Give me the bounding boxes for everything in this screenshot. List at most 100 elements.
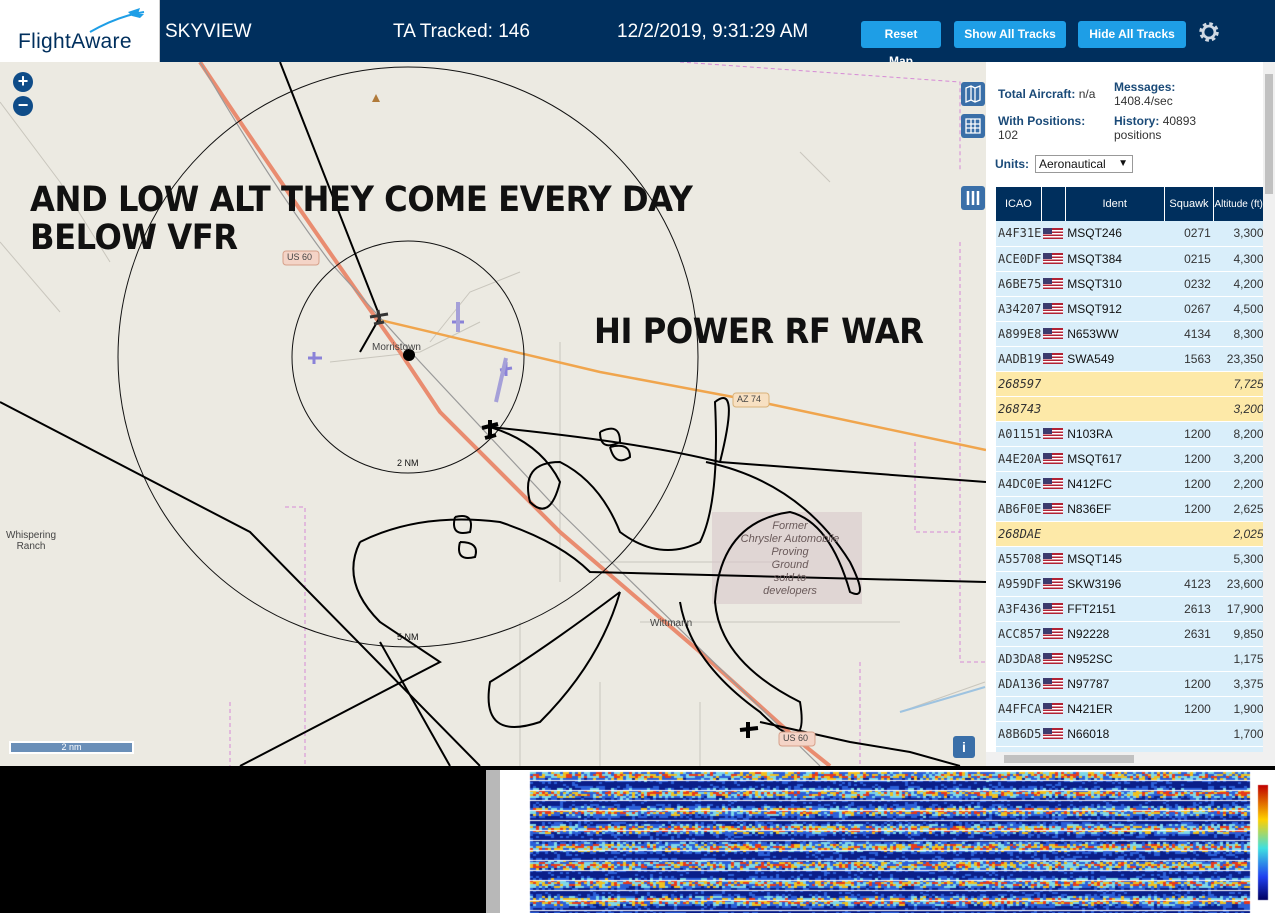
- aircraft-altitude: 7,725: [1213, 371, 1264, 397]
- aircraft-altitude: 3,300: [1213, 221, 1264, 247]
- table-row[interactable]: A959DF SKW3196 4123 23,600: [996, 571, 1264, 597]
- map-layers-button[interactable]: [961, 82, 985, 106]
- flightaware-logo[interactable]: FlightAware: [0, 0, 160, 62]
- skyview-app: { "header": { "logo_text": "FlightAware"…: [0, 0, 1275, 913]
- zoom-in-button[interactable]: +: [13, 72, 33, 92]
- reset-map-button[interactable]: Reset Map: [861, 21, 941, 68]
- aircraft-icao: A01151: [996, 421, 1042, 447]
- aircraft-icao: A8B6D5: [996, 721, 1042, 747]
- table-row[interactable]: 268597 7,725: [996, 371, 1264, 397]
- table-row[interactable]: AD3DA8 N952SC 1,175: [996, 646, 1264, 672]
- sidebar-toggle-button[interactable]: [961, 186, 985, 210]
- table-row[interactable]: ADA136 N97787 1200 3,375: [996, 671, 1264, 697]
- us-flag-icon: [1041, 496, 1066, 522]
- col-altitude[interactable]: Altitude (ft): [1213, 187, 1264, 221]
- panel-divider[interactable]: [486, 770, 500, 913]
- us-flag-icon: [1041, 371, 1066, 397]
- aircraft-altitude: 3,200: [1213, 446, 1264, 472]
- clock: 12/2/2019, 9:31:29 AM: [617, 21, 809, 42]
- horizontal-scrollbar[interactable]: [986, 752, 1263, 766]
- us-flag-icon: [1041, 646, 1066, 672]
- units-select[interactable]: Aeronautical ▼: [1035, 155, 1133, 173]
- table-row[interactable]: A4DC0E N412FC 1200 2,200: [996, 471, 1264, 497]
- aircraft-altitude: 3,200: [1213, 396, 1264, 422]
- info-button[interactable]: i: [953, 736, 975, 758]
- aircraft-icao: A55708: [996, 546, 1042, 572]
- hide-all-tracks-button[interactable]: Hide All Tracks: [1078, 21, 1186, 48]
- aircraft-squawk: 1200: [1164, 471, 1214, 497]
- col-ident[interactable]: Ident: [1065, 187, 1165, 221]
- aircraft-altitude: 5,300: [1213, 546, 1264, 572]
- us-flag-icon: [1041, 596, 1066, 622]
- us-flag-icon: [1041, 446, 1066, 472]
- map-view[interactable]: + − AND LOW ALT THEY COME EVERY DAY BELO…: [0, 62, 986, 766]
- table-row[interactable]: AADB19 SWA549 1563 23,350: [996, 346, 1264, 372]
- messages-stat: Messages: 1408.4/sec: [1114, 80, 1176, 108]
- table-row[interactable]: A55708 MSQT145 5,300: [996, 546, 1264, 572]
- aircraft-squawk: 4123: [1164, 571, 1214, 597]
- aircraft-ident: [1065, 371, 1165, 397]
- table-row[interactable]: A899E8 N653WW 4134 8,300: [996, 321, 1264, 347]
- table-row[interactable]: 268743 3,200: [996, 396, 1264, 422]
- table-row[interactable]: 268DAE 2,025: [996, 521, 1264, 547]
- us-flag-icon: [1041, 296, 1066, 322]
- aircraft-ident: N653WW: [1065, 321, 1165, 347]
- aircraft-markers: [308, 302, 759, 738]
- aircraft-ident: N103RA: [1065, 421, 1165, 447]
- us-flag-icon: [1041, 696, 1066, 722]
- table-row[interactable]: ACE0DF MSQT384 0215 4,300: [996, 246, 1264, 272]
- aircraft-squawk: 0215: [1164, 246, 1214, 272]
- aircraft-icao: AADB19: [996, 346, 1042, 372]
- shield-us60: US 60: [287, 252, 313, 262]
- aircraft-ident: N412FC: [1065, 471, 1165, 497]
- aircraft-ident: N421ER: [1065, 696, 1165, 722]
- table-row[interactable]: A01151 N103RA 1200 8,200: [996, 421, 1264, 447]
- aircraft-icao: 268743: [996, 396, 1042, 422]
- dropdown-arrow-icon: ▼: [1118, 158, 1128, 169]
- aircraft-ident: N92228: [1065, 621, 1165, 647]
- aircraft-icao: ACE0DF: [996, 246, 1042, 272]
- table-row[interactable]: A4E20A MSQT617 1200 3,200: [996, 446, 1264, 472]
- top-bar: FlightAware SKYVIEW TA Tracked: 146 12/2…: [0, 0, 1275, 68]
- units-label: Units:: [995, 157, 1029, 171]
- table-row[interactable]: A34207 MSQT912 0267 4,500: [996, 296, 1264, 322]
- table-row[interactable]: A6BE75 MSQT310 0232 4,200: [996, 271, 1264, 297]
- table-row[interactable]: A3F436 FFT2151 2613 17,900: [996, 596, 1264, 622]
- aircraft-altitude: 2,025: [1213, 521, 1264, 547]
- grid-toggle-button[interactable]: [961, 114, 985, 138]
- aircraft-altitude: 1,700: [1213, 721, 1264, 747]
- vertical-scrollbar[interactable]: [1263, 62, 1275, 766]
- aircraft-altitude: 9,850: [1213, 621, 1264, 647]
- show-all-tracks-button[interactable]: Show All Tracks: [954, 21, 1066, 48]
- positions-stat: With Positions: 102: [998, 114, 1086, 142]
- scale-bar: 2 nm: [9, 741, 134, 754]
- table-row[interactable]: ACC857 N92228 2631 9,850: [996, 621, 1264, 647]
- aircraft-squawk: 0267: [1164, 296, 1214, 322]
- annotation-low-alt: AND LOW ALT THEY COME EVERY DAY BELOW VF…: [30, 180, 693, 258]
- col-flag[interactable]: [1041, 187, 1066, 221]
- scroll-thumb[interactable]: [1004, 755, 1134, 763]
- us-flag-icon: [1041, 546, 1066, 572]
- gear-icon[interactable]: [1196, 19, 1222, 45]
- table-row[interactable]: A4FFCA N421ER 1200 1,900: [996, 696, 1264, 722]
- aircraft-squawk: [1164, 546, 1214, 572]
- map-canvas: [0, 62, 986, 766]
- scroll-thumb[interactable]: [1265, 74, 1273, 194]
- history-stat: History: 40893 positions: [1114, 114, 1197, 142]
- grid-icon: [965, 118, 981, 134]
- shield-az74: AZ 74: [737, 394, 762, 404]
- col-squawk[interactable]: Squawk: [1164, 187, 1215, 221]
- table-row[interactable]: A8B6D5 N66018 1,700: [996, 721, 1264, 747]
- table-row[interactable]: A4F31E MSQT246 0271 3,300: [996, 221, 1264, 247]
- aircraft-squawk: [1164, 721, 1214, 747]
- us-flag-icon: [1041, 721, 1066, 747]
- zoom-out-button[interactable]: −: [13, 96, 33, 116]
- total-aircraft: Total Aircraft: n/a: [998, 87, 1096, 101]
- table-row[interactable]: AB6F0E N836EF 1200 2,625: [996, 496, 1264, 522]
- col-icao[interactable]: ICAO: [996, 187, 1042, 221]
- aircraft-icao: A4FFCA: [996, 696, 1042, 722]
- aircraft-altitude: 2,200: [1213, 471, 1264, 497]
- aircraft-icao: A34207: [996, 296, 1042, 322]
- aircraft-icao: AD3DA8: [996, 646, 1042, 672]
- aircraft-ident: N66018: [1065, 721, 1165, 747]
